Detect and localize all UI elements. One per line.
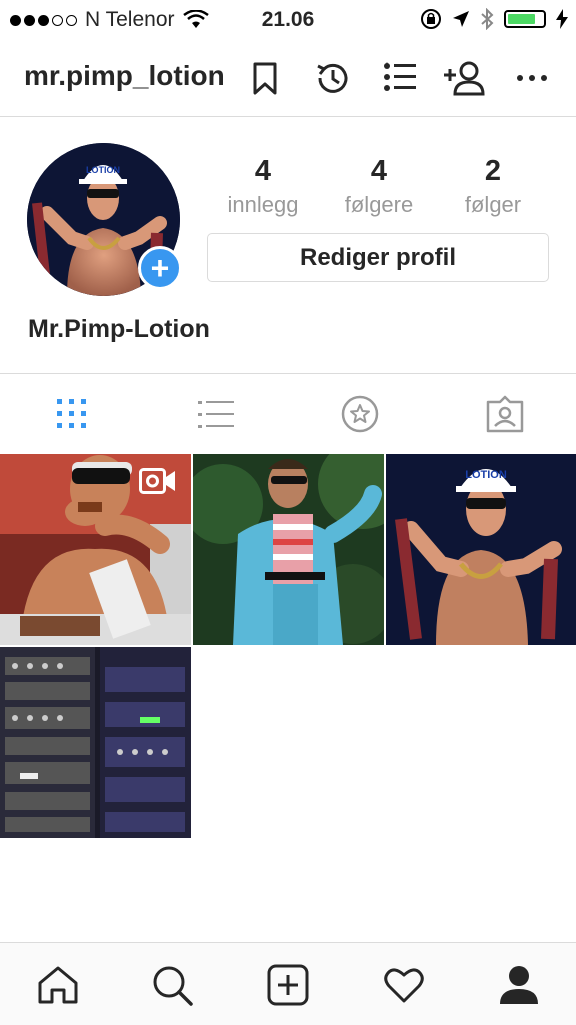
post-image-lotion-cap: LOTION [386, 454, 576, 645]
saved-tab[interactable] [340, 394, 380, 434]
followers-count-value: 4 [370, 155, 388, 187]
new-post-icon[interactable] [266, 963, 310, 1007]
video-camera-icon [139, 468, 175, 494]
discover-people-list-icon[interactable] [380, 58, 420, 98]
post-image-blue-suit [193, 454, 384, 645]
status-icons [420, 8, 568, 30]
edit-profile-button[interactable]: Rediger profil [207, 233, 549, 282]
post-image-studio-rack [0, 647, 191, 838]
posts-count-value: 4 [254, 155, 272, 187]
followers-count[interactable]: 4 følgere [324, 155, 434, 218]
post-thumbnail[interactable] [193, 454, 384, 645]
list-view-tab[interactable] [196, 394, 236, 434]
tagged-person-icon [486, 395, 524, 433]
list-icon [198, 401, 234, 428]
followers-count-label: følgere [344, 192, 414, 217]
search-icon[interactable] [150, 963, 194, 1007]
bluetooth-icon [481, 8, 494, 30]
following-count-value: 2 [484, 155, 502, 187]
tagged-tab[interactable] [485, 394, 525, 434]
bottom-nav [0, 942, 576, 1025]
grid-icon [57, 399, 86, 428]
activity-heart-icon[interactable] [382, 963, 426, 1007]
full-name: Mr.Pimp-Lotion [28, 315, 210, 343]
status-bar: N Telenor 21.06 [0, 0, 576, 40]
home-icon[interactable] [36, 963, 80, 1007]
posts-count-label: innlegg [227, 192, 299, 217]
profile-view-tabs [0, 373, 576, 454]
post-cap-text: LOTION [465, 469, 507, 481]
following-count[interactable]: 2 følger [438, 155, 548, 218]
add-story-button[interactable]: + [138, 246, 182, 290]
charging-bolt-icon [556, 9, 568, 29]
post-thumbnail[interactable]: LOTION [386, 454, 576, 645]
location-arrow-icon [453, 11, 469, 27]
post-thumbnail[interactable] [0, 454, 191, 645]
battery-icon [504, 10, 546, 28]
star-icon [341, 395, 379, 433]
orientation-lock-icon [421, 9, 441, 29]
avatar-container[interactable]: LOTION + [27, 143, 182, 296]
history-icon[interactable] [312, 58, 352, 98]
post-thumbnail[interactable] [0, 647, 191, 838]
profile-icon[interactable] [497, 963, 541, 1007]
add-person-icon[interactable] [442, 58, 486, 98]
battery-level [508, 14, 535, 24]
avatar-cap-text: LOTION [86, 165, 120, 175]
username: mr.pimp_lotion [24, 60, 225, 91]
more-icon[interactable] [512, 58, 552, 98]
posts-count: 4 innlegg [208, 155, 318, 218]
profile-header: mr.pimp_lotion [0, 40, 576, 117]
grid-view-tab[interactable] [52, 394, 92, 434]
bookmark-icon[interactable] [245, 58, 285, 98]
following-count-label: følger [464, 192, 522, 217]
